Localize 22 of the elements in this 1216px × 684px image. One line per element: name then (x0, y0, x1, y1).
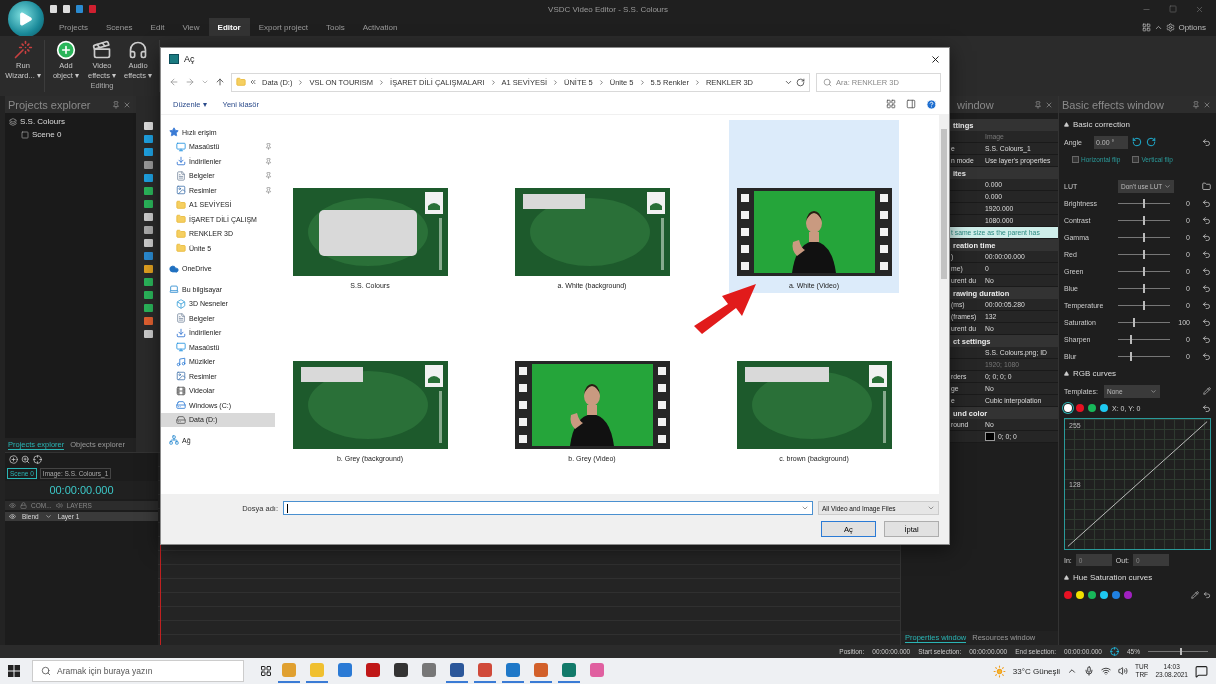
timecode: 00:00:00.000 (5, 481, 158, 499)
menu-tab[interactable]: Scenes (96, 18, 142, 36)
section-title: Hue Saturation curves (1073, 573, 1153, 582)
menu-tab[interactable]: Export project (249, 18, 318, 36)
weather-text[interactable]: 33°C Güneşli (1012, 666, 1061, 676)
menu-tab[interactable]: Edit (141, 18, 174, 36)
tree-item[interactable]: S.S. Colours (9, 115, 132, 128)
dialog-title: Aç (184, 54, 196, 64)
tree-item[interactable]: Scene 0 (9, 128, 132, 141)
section-title: RGB curves (1073, 369, 1117, 378)
section-title: Basic correction (1073, 120, 1130, 129)
window-title: VSDC Video Editor - S.S. Colours (547, 4, 669, 14)
menu-tab[interactable]: Projects (50, 18, 97, 36)
search-field[interactable]: Aramak için buraya yazın (32, 660, 244, 682)
panel-title: window (957, 98, 994, 111)
menu-tab[interactable]: Tools (317, 18, 354, 36)
panel-title: Basic effects window (1062, 98, 1164, 111)
menu-tab[interactable]: Activation (353, 18, 407, 36)
menu-tab[interactable]: Editor (208, 18, 250, 36)
menu-tab[interactable]: View (173, 18, 209, 36)
options-link[interactable]: Options (1178, 22, 1206, 32)
panel-title: Projects explorer (8, 98, 91, 111)
